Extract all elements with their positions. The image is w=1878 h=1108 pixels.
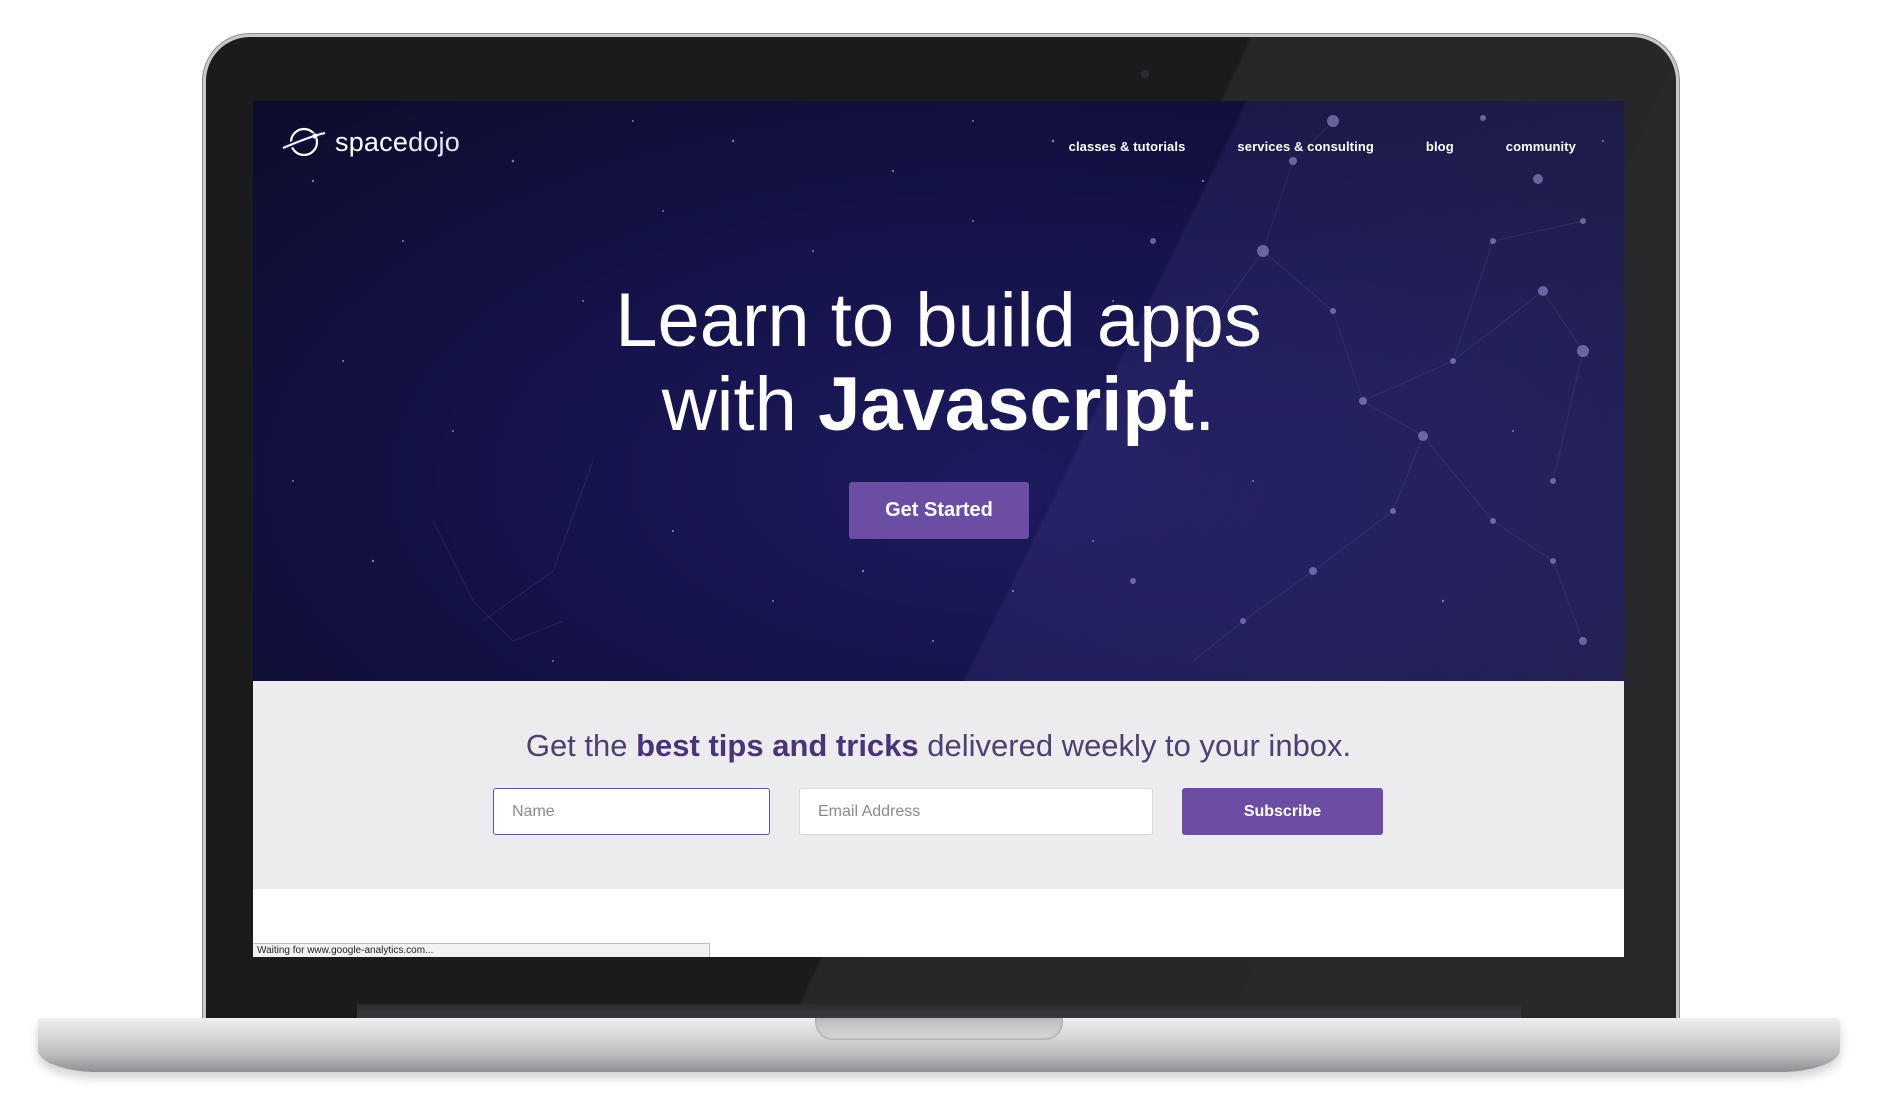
nav-link-community[interactable]: community: [1506, 139, 1576, 154]
headline-emphasis: Javascript: [818, 362, 1195, 447]
laptop-hinge: [357, 1004, 1521, 1018]
logo[interactable]: spacedojo: [281, 123, 460, 161]
subscribe-button[interactable]: Subscribe: [1182, 788, 1383, 835]
headline-line-2-suffix: .: [1194, 362, 1216, 447]
nav-link-services-consulting[interactable]: services & consulting: [1237, 139, 1373, 154]
get-started-button[interactable]: Get Started: [849, 482, 1029, 539]
hero-section: spacedojo classes & tutorials services &…: [253, 101, 1624, 681]
hero-headline: Learn to build apps with Javascript.: [253, 279, 1624, 447]
newsletter-text-suffix: delivered weekly to your inbox.: [918, 728, 1352, 763]
browser-viewport: spacedojo classes & tutorials services &…: [253, 101, 1624, 957]
camera-icon: [1141, 70, 1149, 78]
newsletter-heading: Get the best tips and tricks delivered w…: [253, 728, 1624, 764]
browser-status-bar: Waiting for www.google-analytics.com...: [253, 943, 710, 957]
nav-link-classes-tutorials[interactable]: classes & tutorials: [1069, 139, 1186, 154]
logo-text-dojo: dojo: [408, 126, 460, 157]
name-input[interactable]: [493, 788, 770, 835]
laptop-opening-notch: [815, 1018, 1063, 1040]
logo-wordmark: spacedojo: [335, 127, 460, 158]
headline-line-1: Learn to build apps: [615, 278, 1262, 363]
planet-logo-icon: [281, 127, 326, 157]
email-input[interactable]: [799, 788, 1153, 835]
logo-text-space: space: [335, 126, 409, 157]
newsletter-text-prefix: Get the: [525, 728, 637, 763]
newsletter-text-emphasis: best tips and tricks: [636, 728, 919, 763]
nav-link-blog[interactable]: blog: [1426, 139, 1454, 154]
main-nav: classes & tutorials services & consultin…: [1017, 139, 1576, 154]
newsletter-section: Get the best tips and tricks delivered w…: [253, 681, 1624, 889]
headline-line-2-prefix: with: [661, 362, 819, 447]
